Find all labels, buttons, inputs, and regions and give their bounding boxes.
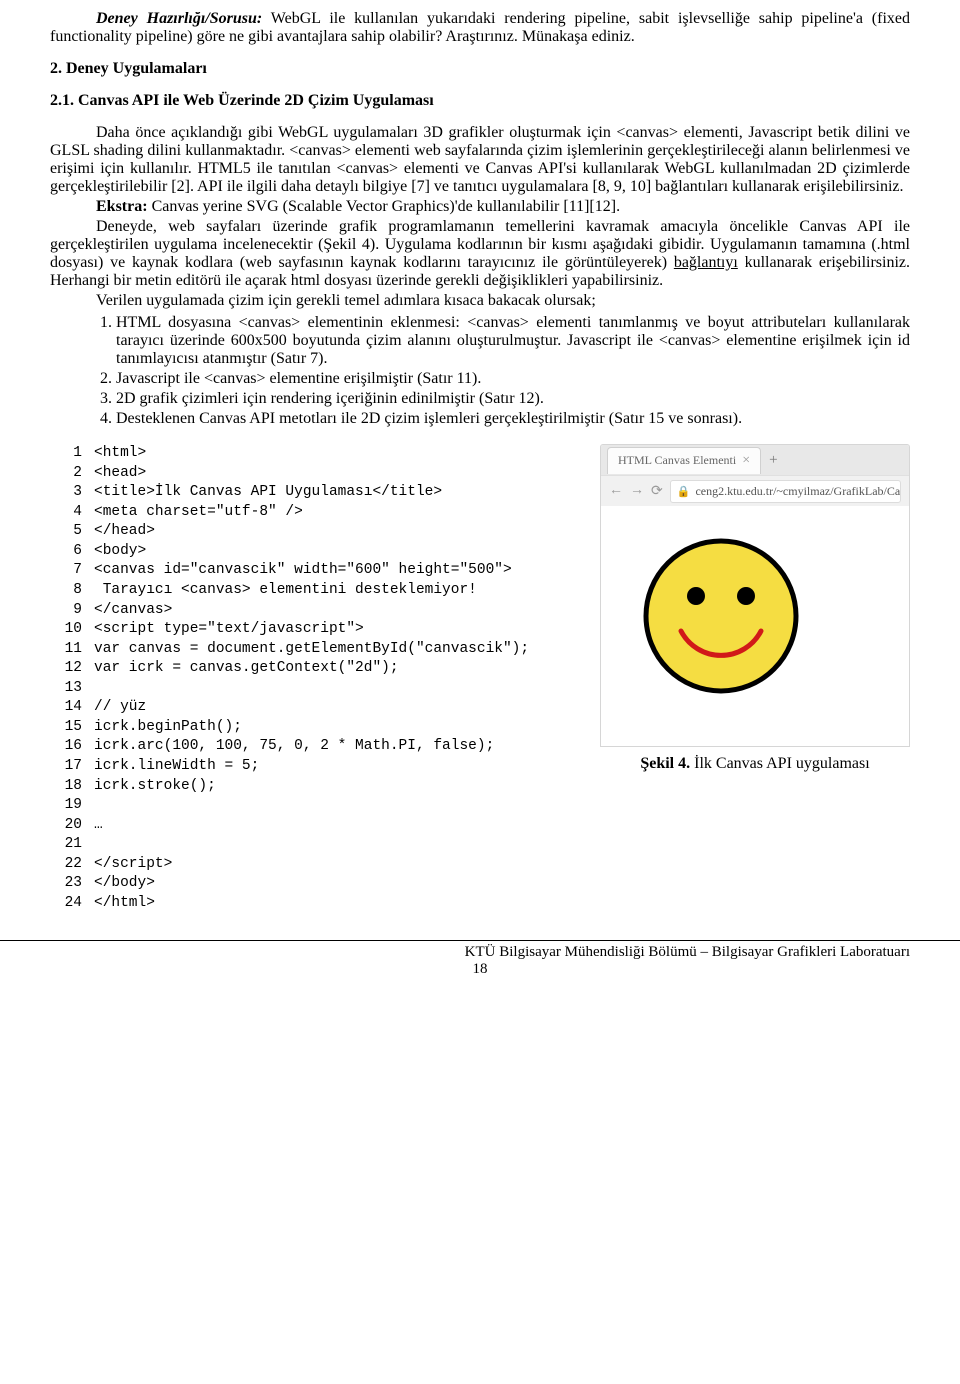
body-para-2: Ekstra: Canvas yerine SVG (Scalable Vect… [50,198,910,216]
back-icon[interactable]: ← [609,483,623,499]
page-number: 18 [0,961,960,978]
url-text: ceng2.ktu.edu.tr/~cmyilmaz/GrafikLab/Ca [695,484,900,499]
forward-icon[interactable]: → [630,483,644,499]
figure-caption: Şekil 4. İlk Canvas API uygulaması [600,755,910,773]
plus-icon[interactable]: + [769,452,777,469]
step-1: HTML dosyasına <canvas> elementinin ekle… [116,314,910,368]
body-para-3: Deneyde, web sayfaları üzerinde grafik p… [50,218,910,290]
body-para-4: Verilen uygulamada çizim için gerekli te… [50,292,910,310]
smiley-drawing [621,516,821,716]
experiment-question: Deney Hazırlığı/Sorusu: WebGL ile kullan… [50,10,910,46]
close-icon[interactable]: × [742,453,750,469]
step-3: 2D grafik çizimleri için rendering içeri… [116,390,910,408]
browser-preview: HTML Canvas Elementi × + ← → ⟳ 🔒 ceng2.k… [600,444,910,747]
step-4: Desteklenen Canvas API metotları ile 2D … [116,410,910,428]
tab-title: HTML Canvas Elementi [618,453,736,468]
heading-2-1: 2.1. Canvas API ile Web Üzerinde 2D Çizi… [50,92,910,110]
body-para-1: Daha önce açıklandığı gibi WebGL uygulam… [50,124,910,196]
browser-tab[interactable]: HTML Canvas Elementi × [607,447,761,474]
link-baglantiyi[interactable]: bağlantıyı [674,254,738,271]
url-box[interactable]: 🔒 ceng2.ktu.edu.tr/~cmyilmaz/GrafikLab/C… [670,480,901,503]
code-listing: 1<html> 2<head> 3<title>İlk Canvas API U… [50,444,529,914]
experiment-question-prefix: Deney Hazırlığı/Sorusu: [96,10,262,27]
reload-icon[interactable]: ⟳ [651,483,663,500]
steps-list: HTML dosyasına <canvas> elementinin ekle… [50,314,910,428]
heading-2: 2. Deney Uygulamaları [50,60,910,78]
lock-icon: 🔒 [677,485,691,498]
step-2: Javascript ile <canvas> elementine erişi… [116,370,910,388]
page-footer: KTÜ Bilgisayar Mühendisliği Bölümü – Bil… [0,941,960,961]
